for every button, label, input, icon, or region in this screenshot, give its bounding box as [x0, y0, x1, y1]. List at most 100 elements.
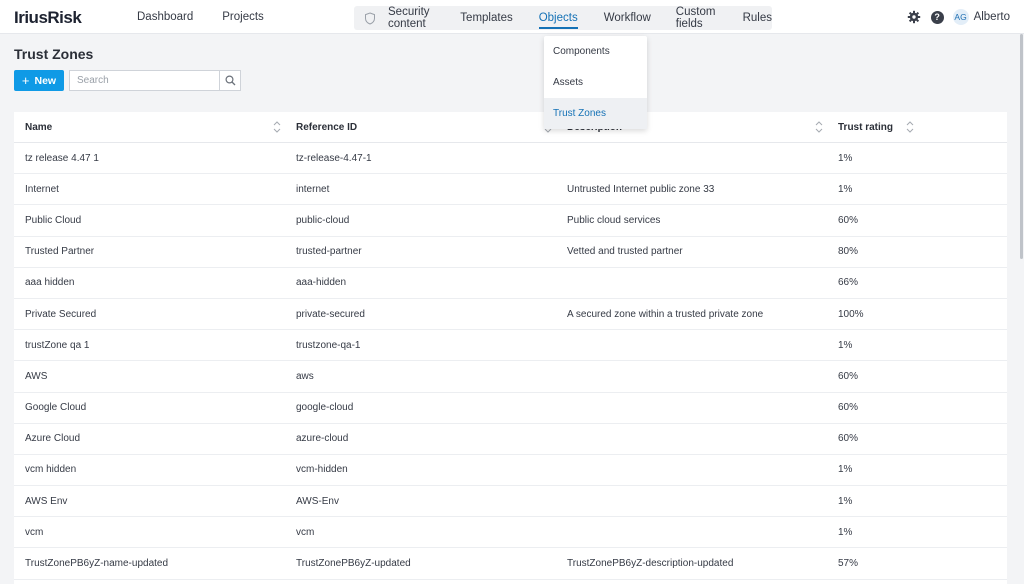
cell-trust-rating: 1%: [838, 495, 853, 507]
library-nav: Security content Templates Objects Workf…: [354, 6, 772, 30]
sort-icon: [273, 120, 281, 133]
cell-reference-id: trustzone-qa-1: [296, 339, 361, 351]
table-row[interactable]: trustZone qa 1 trustzone-qa-1 1%: [14, 330, 1007, 362]
trust-zones-table: Name Reference ID Description Trust rati…: [14, 112, 1007, 584]
cell-reference-id: private-secured: [296, 308, 365, 320]
cell-description: A secured zone within a trusted private …: [567, 308, 764, 320]
user-name[interactable]: Alberto: [974, 11, 1010, 23]
cell-trust-rating: 60%: [838, 370, 859, 382]
cell-reference-id: aws: [296, 370, 314, 382]
column-header-name[interactable]: Name: [14, 112, 285, 143]
table-row[interactable]: Google Cloud google-cloud 60%: [14, 393, 1007, 424]
table-row[interactable]: Public Cloud public-cloud Public cloud ser…: [14, 205, 1007, 237]
cell-trust-rating: 60%: [838, 402, 859, 414]
table-row[interactable]: vcm hidden vcm-hidden 1%: [14, 455, 1007, 487]
cell-name: AWS Env: [25, 495, 68, 507]
gear-icon[interactable]: [907, 10, 921, 24]
plus-icon: +: [21, 73, 30, 88]
cell-reference-id: google-cloud: [296, 402, 354, 414]
menu-item-assets[interactable]: Assets: [544, 67, 647, 98]
search-input[interactable]: [70, 71, 219, 90]
cell-trust-rating: 66%: [838, 277, 859, 289]
cell-reference-id: vcm-hidden: [296, 464, 348, 476]
cell-trust-rating: 100%: [838, 308, 864, 320]
cell-name: aaa hidden: [25, 277, 75, 289]
cell-description: Untrusted Internet public zone 33: [567, 183, 715, 195]
table-row[interactable]: TrustZonePB6yZ-name-updated TrustZonePB6y…: [14, 548, 1007, 580]
cell-description: Vetted and trusted partner: [567, 246, 683, 258]
table-row[interactable]: AWS Env AWS-Env 1%: [14, 486, 1007, 518]
nav-dashboard[interactable]: Dashboard: [137, 11, 193, 23]
cell-name: Public Cloud: [25, 214, 82, 226]
irius-risk-logo[interactable]: IriusRisk: [14, 8, 82, 28]
cell-reference-id: internet: [296, 183, 330, 195]
cell-trust-rating: 1%: [838, 464, 853, 476]
objects-dropdown-menu: Components Assets Trust Zones: [544, 36, 647, 129]
table-row[interactable]: vcm vcm 1%: [14, 517, 1007, 549]
new-button[interactable]: + New: [14, 70, 64, 91]
cell-name: Private Secured: [25, 308, 97, 320]
cell-name: vcm: [25, 526, 44, 538]
user-area: ? AG Alberto: [907, 0, 1010, 34]
cell-trust-rating: 80%: [838, 246, 859, 258]
cell-reference-id: azure-cloud: [296, 433, 349, 445]
nav-projects[interactable]: Projects: [222, 11, 264, 23]
search-icon: [224, 75, 235, 86]
table-header: Name Reference ID Description Trust rati…: [14, 112, 1007, 143]
shield-icon: [364, 11, 376, 25]
search-button[interactable]: [219, 71, 240, 90]
menu-item-trust-zones[interactable]: Trust Zones: [544, 98, 647, 129]
table-row[interactable]: tz release 4.47 1 tz-release-4.47-1 1%: [14, 143, 1007, 175]
sort-icon: [815, 120, 823, 133]
cell-name: vcm hidden: [25, 464, 77, 476]
nav-workflow[interactable]: Workflow: [604, 6, 651, 30]
cell-reference-id: trusted-partner: [296, 246, 362, 258]
cell-name: Internet: [25, 183, 59, 195]
cell-trust-rating: 1%: [838, 339, 853, 351]
cell-trust-rating: 60%: [838, 433, 859, 445]
page-title: Trust Zones: [14, 46, 94, 62]
cell-reference-id: TrustZonePB6yZ-updated: [296, 558, 411, 570]
table-row[interactable]: Private Secured private-secured A secured …: [14, 299, 1007, 331]
cell-reference-id: vcm: [296, 526, 315, 538]
primary-nav: Dashboard Projects: [137, 0, 293, 34]
table-row[interactable]: Internet internet Untrusted Internet publi…: [14, 174, 1007, 206]
table-row[interactable]: AWS aws 60%: [14, 361, 1007, 393]
search-box: [69, 70, 241, 91]
cell-description: Public cloud services: [567, 214, 661, 226]
cell-reference-id: tz-release-4.47-1: [296, 152, 372, 164]
nav-custom-fields[interactable]: Custom fields: [676, 6, 717, 30]
cell-reference-id: public-cloud: [296, 214, 350, 226]
top-navigation-bar: IriusRisk Dashboard Projects Security co…: [0, 0, 1024, 34]
nav-rules[interactable]: Rules: [743, 6, 772, 30]
cell-trust-rating: 1%: [838, 183, 853, 195]
cell-name: TrustZonePB6yZ-name-updated: [25, 558, 169, 570]
nav-security-content[interactable]: Security content: [388, 6, 436, 30]
table-row[interactable]: Azure Cloud azure-cloud 60%: [14, 424, 1007, 455]
page-scrollbar[interactable]: [1020, 34, 1023, 259]
nav-templates[interactable]: Templates: [460, 6, 512, 30]
cell-name: Azure Cloud: [25, 433, 81, 445]
help-icon[interactable]: ?: [930, 10, 944, 24]
cell-name: AWS: [25, 370, 48, 382]
cell-trust-rating: 1%: [838, 526, 853, 538]
column-header-reference-id[interactable]: Reference ID: [285, 112, 556, 143]
cell-description: TrustZonePB6yZ-description-updated: [567, 558, 734, 570]
cell-trust-rating: 60%: [838, 214, 859, 226]
table-row[interactable]: aaa hidden aaa-hidden 66%: [14, 268, 1007, 299]
table-body: tz release 4.47 1 tz-release-4.47-1 1% Inte…: [14, 143, 1007, 580]
cell-name: Trusted Partner: [25, 246, 95, 258]
table-row[interactable]: Trusted Partner trusted-partner Vetted and…: [14, 237, 1007, 268]
new-button-label: New: [34, 74, 57, 87]
cell-trust-rating: 1%: [838, 152, 853, 164]
cell-reference-id: AWS-Env: [296, 495, 339, 507]
cell-name: tz release 4.47 1: [25, 152, 99, 164]
menu-item-components[interactable]: Components: [544, 36, 647, 67]
sort-icon: [906, 120, 914, 133]
cell-trust-rating: 57%: [838, 558, 859, 570]
column-header-trust-rating[interactable]: Trust rating: [827, 112, 918, 143]
cell-reference-id: aaa-hidden: [296, 277, 347, 289]
nav-objects[interactable]: Objects: [538, 6, 578, 30]
cell-name: Google Cloud: [25, 402, 87, 414]
avatar[interactable]: AG: [952, 9, 969, 25]
